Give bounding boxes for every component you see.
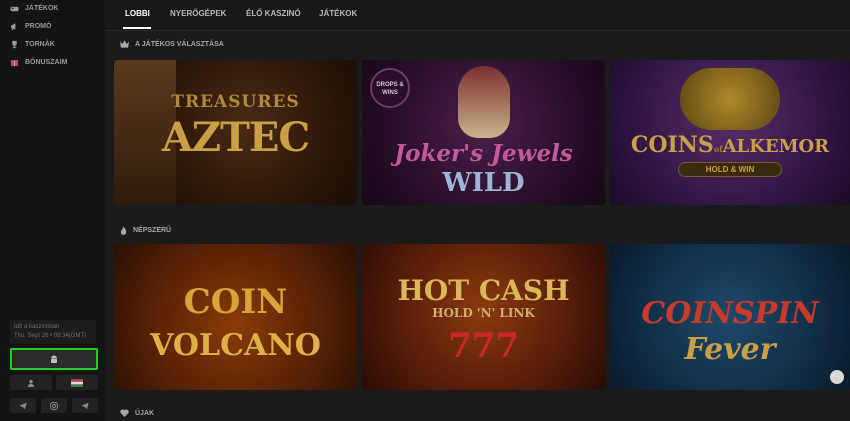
- sidebar-item-bonuses[interactable]: BÓNUSZAIM: [10, 58, 67, 67]
- section-title-text: NÉPSZERŰ: [133, 227, 172, 234]
- language-button[interactable]: [56, 375, 98, 390]
- android-icon: [51, 355, 57, 363]
- coins-art: [680, 68, 780, 130]
- jester-art: [458, 66, 510, 138]
- game-subtitle: WILD: [442, 168, 525, 198]
- game-subtitle: AZTEC: [161, 114, 310, 161]
- sidebar-item-label: PROMÓ: [25, 23, 52, 30]
- section-title-new: ÚJAK: [120, 409, 154, 417]
- game-tile-jokers-jewels-wild[interactable]: DROPS & WINS Joker's Jewels WILD: [362, 60, 605, 205]
- user-icon: [27, 379, 35, 387]
- telegram-icon: [19, 402, 27, 409]
- sevens-art: 777: [448, 326, 519, 366]
- time-caption: Idő a kaszinóban: [14, 324, 60, 330]
- game-title: TREASURES: [171, 92, 300, 112]
- sidebar: JÁTÉKOK PROMÓ TORNÁK BÓNUSZAIM Idő a kas…: [0, 0, 105, 421]
- megaphone-icon: [10, 23, 16, 31]
- game-subtitle: HOLD & WIN: [678, 162, 782, 177]
- game-title: Joker's Jewels: [394, 140, 573, 167]
- game-title: HOT CASH: [397, 274, 570, 307]
- game-title: COIN: [183, 282, 288, 322]
- sidebar-item-label: BÓNUSZAIM: [25, 59, 68, 66]
- sidebar-item-tournaments[interactable]: TORNÁK: [10, 40, 55, 49]
- game-title: COINSPIN: [641, 296, 819, 331]
- user-button[interactable]: [10, 375, 52, 390]
- gift-icon: [10, 60, 19, 67]
- flag-icon: [71, 378, 83, 387]
- android-app-button[interactable]: [10, 348, 98, 370]
- game-tile-coin-volcano[interactable]: COIN VOLCANO: [114, 244, 357, 390]
- send-icon: [81, 402, 89, 409]
- heart-icon: [120, 409, 129, 417]
- fire-icon: [120, 226, 127, 235]
- game-tile-hot-cash[interactable]: HOT CASH HOLD 'N' LINK 777: [362, 244, 605, 390]
- sidebar-item-label: JÁTÉKOK: [25, 5, 59, 12]
- game-subtitle: VOLCANO: [150, 328, 321, 363]
- sidebar-item-label: TORNÁK: [25, 41, 55, 48]
- section-title-text: A JÁTÉKOS VÁLASZTÁSA: [135, 40, 224, 48]
- nav-divider: [105, 30, 850, 31]
- datetime-text: Thu, Sept 26 • 09:34(GMT): [14, 333, 87, 339]
- game-tile-treasures-of-aztec[interactable]: TREASURES AZTEC: [114, 60, 357, 205]
- top-navigation: LOBBI NYERŐGÉPEK ÉLŐ KASZINÓ JÁTÉKOK: [105, 0, 850, 30]
- game-tile-coins-of-alkemor[interactable]: COINSofALKEMOR HOLD & WIN: [610, 60, 850, 205]
- tab-slots[interactable]: NYERŐGÉPEK: [170, 9, 226, 18]
- game-subtitle: Fever: [684, 332, 776, 367]
- sidebar-item-promo[interactable]: PROMÓ: [10, 22, 51, 31]
- tab-games[interactable]: JÁTÉKOK: [319, 9, 357, 18]
- trophy-icon: [12, 40, 17, 49]
- section-title-text: ÚJAK: [135, 409, 155, 417]
- drops-wins-badge: DROPS & WINS: [370, 68, 410, 108]
- instagram-button[interactable]: [41, 398, 67, 413]
- crown-icon: [120, 40, 129, 48]
- instagram-icon: [50, 401, 58, 410]
- tab-live-casino[interactable]: ÉLŐ KASZINÓ: [246, 9, 301, 18]
- telegram-button[interactable]: [10, 398, 36, 413]
- active-tab-indicator: [123, 27, 151, 29]
- section-title-players-choice: A JÁTÉKOS VÁLASZTÁSA: [120, 40, 224, 48]
- section-title-popular: NÉPSZERŰ: [120, 226, 171, 235]
- game-subtitle: HOLD 'N' LINK: [432, 306, 535, 320]
- game-title: COINSofALKEMOR: [630, 132, 830, 158]
- gamepad-icon: [10, 6, 19, 12]
- game-tile-coinspin-fever[interactable]: COINSPIN Fever: [610, 244, 850, 390]
- provider-badge-icon: [830, 370, 844, 384]
- sidebar-item-games[interactable]: JÁTÉKOK: [10, 4, 58, 13]
- tab-lobby[interactable]: LOBBI: [125, 9, 150, 18]
- send-button[interactable]: [72, 398, 98, 413]
- casino-time-box: Idő a kaszinóban Thu, Sept 26 • 09:34(GM…: [10, 320, 96, 344]
